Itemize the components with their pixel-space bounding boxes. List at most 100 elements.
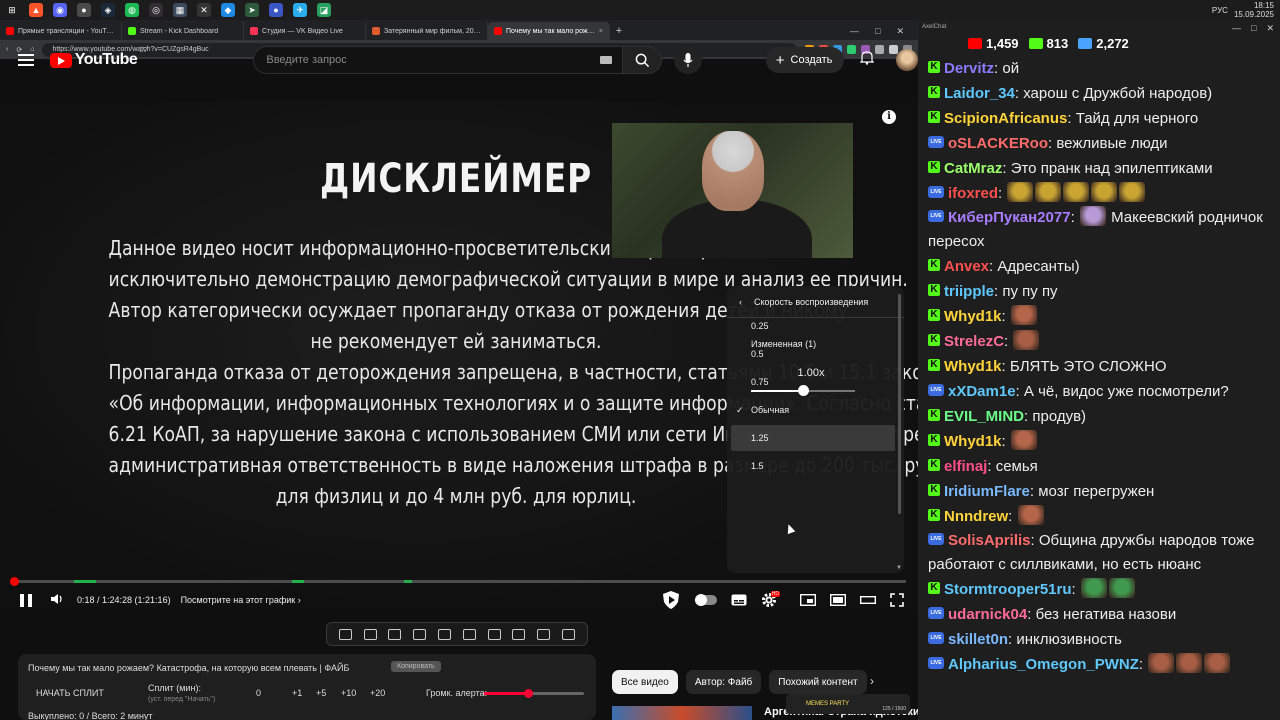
chrome-icon[interactable]: ●: [77, 3, 91, 17]
info-icon[interactable]: i: [882, 110, 896, 124]
chat-username[interactable]: КиберПукан2077: [948, 209, 1071, 226]
settings-icon[interactable]: [562, 628, 576, 640]
back-arrow-icon[interactable]: ‹: [739, 297, 742, 307]
autoplay-toggle[interactable]: [694, 594, 717, 606]
obs-icon[interactable]: ◎: [149, 3, 163, 17]
speedometer-icon[interactable]: [487, 628, 501, 640]
progress-scrubber[interactable]: [9, 577, 19, 586]
avatar[interactable]: [896, 49, 918, 71]
speed-option[interactable]: 1.5: [727, 453, 895, 479]
chat-username[interactable]: CatMraz: [944, 160, 1002, 177]
cinema-mode-icon[interactable]: [860, 596, 876, 604]
watch-later-icon[interactable]: [388, 628, 402, 640]
browser-tab[interactable]: Студия — VK Видео Live: [244, 22, 366, 40]
grid-icon[interactable]: [462, 628, 476, 640]
start-split-button[interactable]: НАЧАТЬ СПЛИТ: [36, 688, 104, 698]
speed-option[interactable]: 0.5: [727, 341, 895, 367]
progress-bar[interactable]: [12, 580, 906, 583]
recommendation-thumbnail[interactable]: [612, 706, 752, 720]
chapter-title[interactable]: Посмотрите на этот график ›: [181, 595, 301, 605]
speed-option[interactable]: 1.25: [731, 425, 895, 451]
chat-username[interactable]: ScipionAfricanus: [944, 110, 1067, 127]
minimize-button[interactable]: —: [850, 26, 859, 36]
spotify-icon[interactable]: ◍: [125, 3, 139, 17]
cast-icon[interactable]: [363, 628, 377, 640]
chat-username[interactable]: Anvex: [944, 258, 989, 275]
new-tab-button[interactable]: +: [610, 22, 628, 40]
filter-chip[interactable]: Похожий контент: [769, 670, 867, 694]
voice-search-button[interactable]: [674, 46, 702, 74]
speed-option[interactable]: 0.75: [727, 369, 895, 395]
brave-icon[interactable]: ▲: [29, 3, 43, 17]
chat-username[interactable]: EVIL_MIND: [944, 408, 1024, 425]
alert-volume-handle[interactable]: [524, 689, 533, 698]
chat-username[interactable]: ifoxred: [948, 185, 998, 202]
tray-clock[interactable]: 18:15 15.09.2025: [1234, 1, 1274, 19]
chat-username[interactable]: Whyd1k: [944, 308, 1002, 325]
keyboard-icon[interactable]: [599, 56, 612, 64]
chat-username[interactable]: Nnndrew: [944, 508, 1008, 525]
chat-maximize-button[interactable]: □: [1251, 23, 1256, 34]
chat-username[interactable]: Whyd1k: [944, 358, 1002, 375]
browser-tab[interactable]: Прямые трансляции - YouTube Studio: [0, 22, 122, 40]
chips-next-icon[interactable]: ›: [870, 674, 874, 688]
chat-username[interactable]: oSLACKERoo: [948, 135, 1048, 152]
browser-tab[interactable]: Затерянный мир фильм, 2009, дата выхода: [366, 22, 488, 40]
copy-button[interactable]: Копировать: [391, 661, 441, 672]
app-icon-green[interactable]: ◪: [317, 3, 331, 17]
menu-icon[interactable]: [18, 54, 34, 66]
chat-username[interactable]: Alpharius_Omegon_PWNZ: [948, 656, 1139, 673]
filter-chip[interactable]: Автор: Файб: [685, 670, 762, 694]
subtitles-icon[interactable]: [731, 594, 747, 606]
settings-button[interactable]: HD: [761, 591, 786, 608]
tab-close-icon[interactable]: ×: [599, 28, 603, 35]
split-add-button[interactable]: +20: [370, 688, 385, 698]
discord-icon[interactable]: ◉: [53, 3, 67, 17]
search-input[interactable]: Введите запрос: [253, 46, 623, 74]
scroll-down-icon[interactable]: ▼: [896, 565, 902, 571]
chat-username[interactable]: SolisAprilis: [948, 532, 1031, 549]
chat-username[interactable]: udarnick04: [948, 606, 1027, 623]
fullscreen-icon[interactable]: [890, 593, 904, 607]
chat-username[interactable]: StrelezC: [944, 333, 1004, 350]
video-player[interactable]: ДИСКЛЕЙМЕР Данное видео носит информацио…: [0, 101, 918, 614]
chat-username[interactable]: Stormtrooper51ru: [944, 581, 1072, 598]
speed-menu-scrollbar[interactable]: [898, 294, 901, 514]
chat-username[interactable]: Whyd1k: [944, 433, 1002, 450]
youtube-logo[interactable]: YouTube LV: [49, 47, 147, 69]
camera-icon[interactable]: [537, 628, 551, 640]
volume-button[interactable]: [50, 593, 63, 607]
telegram-icon[interactable]: ✈: [293, 3, 307, 17]
maximize-button[interactable]: □: [875, 26, 880, 36]
browser-tab[interactable]: Почему мы так мало рожаем? ×: [488, 22, 610, 40]
sponsor-shield-icon[interactable]: [661, 590, 681, 610]
loop-icon[interactable]: [338, 628, 352, 640]
app-icon-grid[interactable]: ▦: [173, 3, 187, 17]
split-add-button[interactable]: +1: [292, 688, 302, 698]
speed-option[interactable]: 0.25: [727, 313, 895, 339]
search-button[interactable]: [622, 46, 663, 74]
create-button[interactable]: + Создать: [765, 47, 845, 73]
close-window-button[interactable]: ✕: [896, 26, 904, 37]
chat-username[interactable]: skillet0n: [948, 631, 1008, 648]
split-add-button[interactable]: 0: [256, 688, 261, 698]
split-add-button[interactable]: +10: [341, 688, 356, 698]
chat-username[interactable]: IridiumFlare: [944, 483, 1030, 500]
steam-icon[interactable]: ◈: [101, 3, 115, 17]
pause-button[interactable]: [20, 593, 32, 607]
notifications-button[interactable]: [859, 50, 875, 70]
app-icon-arrow[interactable]: ➤: [245, 3, 259, 17]
chat-username[interactable]: elfinaj: [944, 458, 987, 475]
chat-close-button[interactable]: ✕: [1266, 23, 1274, 34]
chat-username[interactable]: triipple: [944, 283, 994, 300]
start-icon[interactable]: ⊞: [5, 3, 19, 17]
app-icon-blue[interactable]: ◆: [221, 3, 235, 17]
close-app-icon[interactable]: ✕: [197, 3, 211, 17]
add-clip-icon[interactable]: [512, 628, 526, 640]
tray-language[interactable]: РУС: [1212, 6, 1228, 15]
chat-minimize-button[interactable]: —: [1232, 23, 1241, 34]
theater-mode-icon[interactable]: [830, 594, 846, 606]
chat-username[interactable]: xXDam1e: [948, 383, 1016, 400]
filter-chip[interactable]: Все видео: [612, 670, 678, 694]
clapper-icon[interactable]: [413, 628, 427, 640]
